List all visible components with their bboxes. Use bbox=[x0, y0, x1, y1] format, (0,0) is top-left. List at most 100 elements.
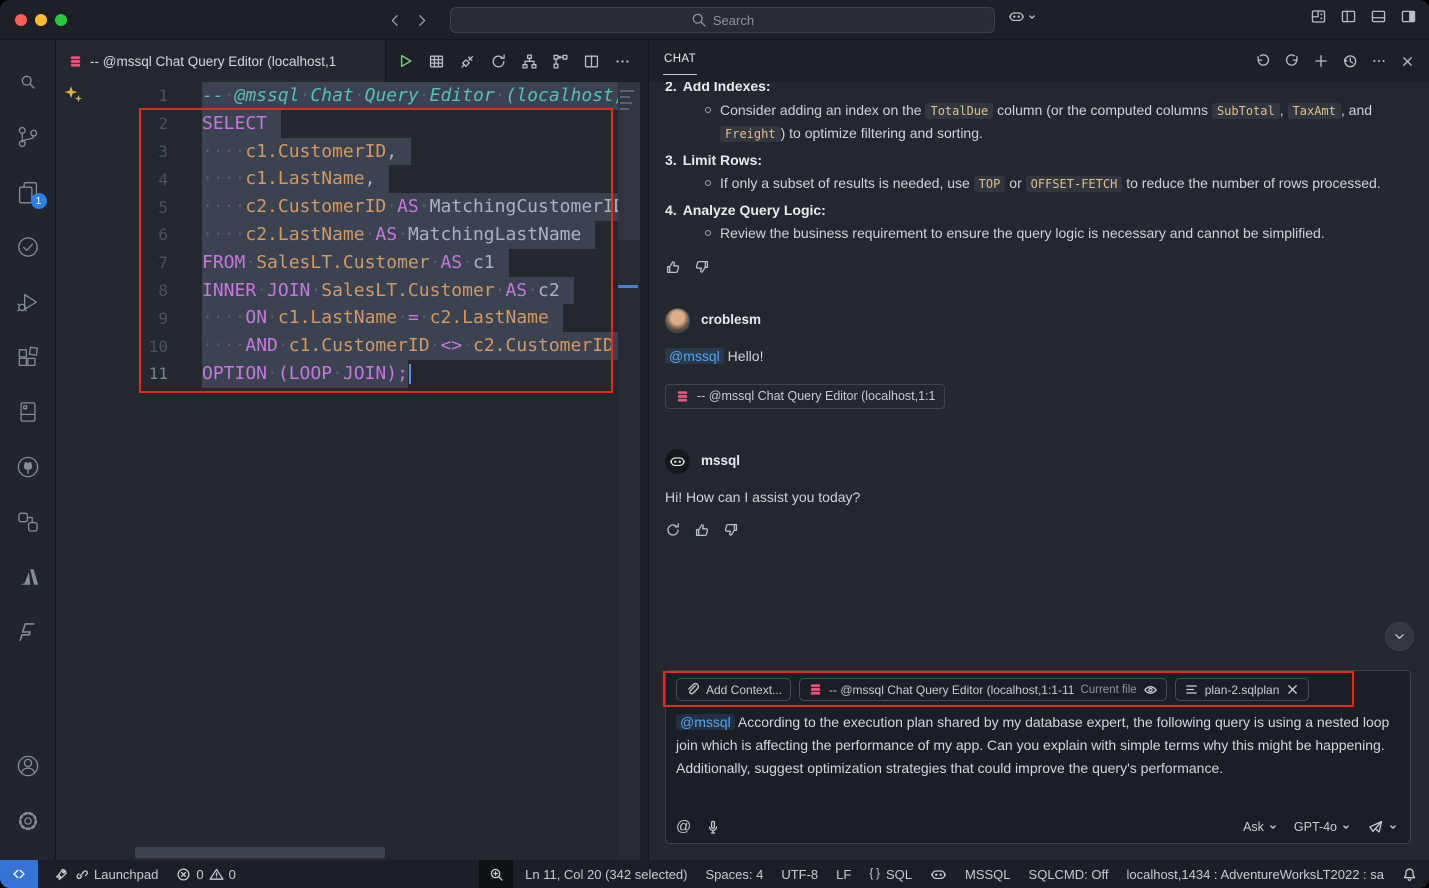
tab-chat[interactable]: CHAT bbox=[663, 47, 697, 75]
nav-forward-button[interactable] bbox=[410, 8, 434, 32]
split-editor-icon[interactable] bbox=[583, 53, 600, 70]
zoom-window-button[interactable] bbox=[55, 14, 67, 26]
activity-item-source-control[interactable] bbox=[0, 109, 56, 164]
send-button[interactable] bbox=[1367, 818, 1398, 835]
context-chip--mssql-chat-query-editor[interactable]: -- @mssql Chat Query Editor (localhost,1… bbox=[799, 678, 1167, 701]
microphone-icon[interactable] bbox=[705, 819, 721, 835]
minimap[interactable] bbox=[618, 82, 640, 860]
encoding-status-item[interactable]: UTF-8 bbox=[781, 867, 818, 882]
copilot-icon bbox=[1008, 8, 1025, 25]
customize-layout-button[interactable] bbox=[1310, 8, 1327, 25]
mention-button[interactable]: @ bbox=[676, 818, 691, 835]
activity-item-database-projects[interactable] bbox=[0, 384, 56, 439]
notifications-status-item[interactable] bbox=[1402, 867, 1417, 882]
new-chat-icon[interactable] bbox=[1313, 53, 1329, 69]
zoom-status-item[interactable] bbox=[479, 860, 513, 888]
zoom-in-icon bbox=[489, 867, 504, 882]
run-query-icon[interactable] bbox=[396, 52, 414, 70]
assistant-item-heading: 3.Limit Rows: bbox=[665, 149, 1411, 172]
estimated-plan-icon[interactable] bbox=[490, 53, 507, 70]
toggle-secondary-sidebar-button[interactable] bbox=[1400, 8, 1417, 25]
remove-chip-icon[interactable] bbox=[1285, 682, 1300, 697]
redo-icon[interactable] bbox=[1284, 53, 1300, 69]
scroll-to-bottom-button[interactable] bbox=[1385, 622, 1414, 651]
sqlcmd-status-item[interactable]: SQLCMD: Off bbox=[1029, 867, 1109, 882]
thumbs-down-icon[interactable] bbox=[694, 259, 710, 275]
launchpad-status-item[interactable]: Launchpad bbox=[54, 867, 158, 882]
query-history-icon bbox=[16, 235, 40, 259]
mention-pill[interactable]: @mssql bbox=[665, 348, 724, 364]
mssql-status-item[interactable]: MSSQL bbox=[965, 867, 1011, 882]
context-chip-plan-2-sqlplan[interactable]: plan-2.sqlplan bbox=[1175, 678, 1310, 701]
tab-mssql-chat-query-editor[interactable]: -- @mssql Chat Query Editor (localhost,1 bbox=[56, 40, 386, 82]
command-center-search[interactable]: Search bbox=[450, 7, 995, 33]
disconnect-icon[interactable] bbox=[459, 53, 476, 70]
inline-code: OFFSET-FETCH bbox=[1026, 176, 1123, 192]
more-actions-icon[interactable] bbox=[614, 53, 631, 70]
activity-item-query-history[interactable] bbox=[0, 219, 56, 274]
activity-item-accounts[interactable] bbox=[0, 738, 56, 793]
connection-status-item[interactable]: localhost,1434 : AdventureWorksLT2022 : … bbox=[1126, 867, 1384, 882]
thumbs-up-icon[interactable] bbox=[694, 522, 710, 538]
assistant-bullet: Consider adding an index on the TotalDue… bbox=[665, 99, 1411, 146]
copilot-status-item[interactable] bbox=[930, 866, 947, 883]
eol-status-item[interactable]: LF bbox=[836, 867, 851, 882]
more-actions-icon[interactable] bbox=[1371, 53, 1387, 69]
message-attachment-chip[interactable]: -- @mssql Chat Query Editor (localhost,1… bbox=[665, 384, 945, 409]
indentation-status-item[interactable]: Spaces: 4 bbox=[706, 867, 764, 882]
problems-status-item[interactable]: 0 0 bbox=[176, 867, 235, 882]
minimize-window-button[interactable] bbox=[35, 14, 47, 26]
code-line: 1--·@mssql·Chat·Query·Editor·(localhost,… bbox=[56, 82, 618, 110]
toggle-primary-sidebar-button[interactable] bbox=[1340, 8, 1357, 25]
activity-item-github[interactable] bbox=[0, 439, 56, 494]
toggle-panel-button[interactable] bbox=[1370, 8, 1387, 25]
chat-input-box[interactable]: Add Context... -- @mssql Chat Query Edito… bbox=[665, 670, 1411, 844]
context-chip-add-context-[interactable]: Add Context... bbox=[676, 678, 791, 701]
horizontal-scrollbar[interactable] bbox=[135, 847, 385, 858]
activity-item-azure[interactable] bbox=[0, 549, 56, 604]
results-grid-icon[interactable] bbox=[428, 53, 445, 70]
mode-dropdown[interactable]: Ask bbox=[1243, 820, 1278, 834]
code-line: 3····c1.CustomerID, bbox=[56, 138, 618, 166]
thumbs-down-icon[interactable] bbox=[723, 522, 739, 538]
eye-icon[interactable] bbox=[1143, 682, 1158, 697]
line-number: 11 bbox=[56, 364, 168, 383]
cursor-position-status-item[interactable]: Ln 11, Col 20 (342 selected) bbox=[525, 867, 687, 882]
titlebar: Search bbox=[0, 0, 1429, 40]
line-number: 1 bbox=[56, 86, 168, 105]
editor-chat-sash[interactable] bbox=[640, 82, 648, 860]
model-dropdown[interactable]: GPT-4o bbox=[1294, 820, 1351, 834]
code-line: 2SELECT bbox=[56, 110, 618, 138]
code-line: 8INNER·JOIN·SalesLT.Customer·AS·c2 bbox=[56, 277, 618, 305]
undo-icon[interactable] bbox=[1255, 53, 1271, 69]
nav-back-button[interactable] bbox=[382, 8, 406, 32]
chat-input-text[interactable]: @mssql According to the execution plan s… bbox=[676, 711, 1400, 780]
code-editor[interactable]: 1--·@mssql·Chat·Query·Editor·(localhost,… bbox=[56, 82, 648, 860]
language-status-item[interactable]: { }SQL bbox=[869, 867, 912, 882]
minimap-slider[interactable] bbox=[618, 82, 640, 240]
actual-plan-icon[interactable] bbox=[552, 53, 569, 70]
activity-item-search[interactable] bbox=[0, 54, 56, 109]
assistant-item-heading: 4.Analyze Query Logic: bbox=[665, 199, 1411, 222]
selection-highlight: ····AND·c1.CustomerID·<>·c2.CustomerID bbox=[202, 332, 628, 360]
query-plan-icon[interactable] bbox=[521, 53, 538, 70]
activity-item-run-debug[interactable] bbox=[0, 274, 56, 329]
activity-item-extensions[interactable] bbox=[0, 329, 56, 384]
close-panel-icon[interactable] bbox=[1400, 53, 1415, 69]
copilot-menu[interactable] bbox=[1008, 8, 1037, 25]
search-icon bbox=[691, 12, 707, 28]
bullet-icon bbox=[705, 180, 711, 186]
activity-item-flyway[interactable] bbox=[0, 604, 56, 659]
history-icon[interactable] bbox=[1342, 53, 1358, 69]
assistant-bullet: Review the business requirement to ensur… bbox=[665, 222, 1411, 245]
inline-code: TotalDue bbox=[925, 103, 993, 119]
regenerate-icon[interactable] bbox=[665, 522, 681, 538]
extensions-icon bbox=[16, 345, 40, 369]
bell-icon bbox=[1402, 867, 1417, 882]
activity-item-connections[interactable] bbox=[0, 494, 56, 549]
activity-item-settings[interactable] bbox=[0, 793, 56, 848]
remote-indicator[interactable] bbox=[0, 860, 38, 888]
thumbs-up-icon[interactable] bbox=[665, 259, 681, 275]
activity-item-explorer-copy[interactable]: 1 bbox=[0, 164, 56, 219]
close-window-button[interactable] bbox=[15, 14, 27, 26]
